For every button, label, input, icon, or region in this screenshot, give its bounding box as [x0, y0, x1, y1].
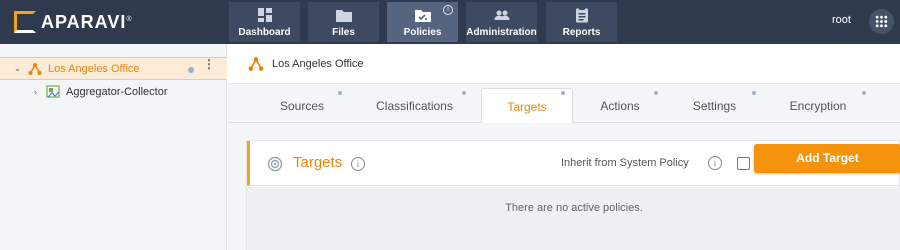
chevron-right-icon[interactable]: › [31, 87, 40, 97]
inherit-info-icon[interactable]: i [708, 156, 722, 170]
clipboard-icon [575, 7, 588, 23]
status-dot [188, 67, 194, 73]
nav-tab-label: Policies [403, 27, 442, 38]
nav-tab-label: Files [332, 27, 355, 38]
targets-list: There are no active policies. [247, 187, 900, 250]
target-icon [267, 156, 283, 172]
collector-icon [46, 84, 60, 98]
registered-mark: ® [126, 15, 133, 23]
more-options-icon[interactable]: ⋮ [203, 58, 215, 76]
dashboard-icon [257, 8, 272, 22]
targets-title: Targets [293, 154, 343, 171]
targets-card: Targets i Inherit from System Policy i A… [246, 140, 900, 250]
nav-tab-files[interactable]: Files [308, 2, 379, 42]
targets-info-icon[interactable]: i [351, 157, 365, 171]
tab-status-dot [462, 91, 466, 95]
tab-classifications[interactable]: Classifications [366, 88, 463, 123]
tab-actions[interactable]: Actions [585, 88, 655, 123]
tab-label: Sources [279, 99, 325, 113]
folder-icon [335, 10, 352, 22]
tab-encryption[interactable]: Encryption [778, 88, 858, 123]
nav-tab-policies[interactable]: Policies i [387, 2, 458, 42]
tab-status-dot [862, 91, 866, 95]
user-menu[interactable]: root [832, 14, 851, 26]
tree-item-label: Aggregator-Collector [66, 85, 168, 98]
nav-tab-label: Administration [466, 27, 537, 38]
tab-status-dot [338, 91, 342, 95]
inherit-checkbox[interactable] [737, 157, 750, 170]
tab-status-dot [654, 91, 658, 95]
nav-tab-dashboard[interactable]: Dashboard [229, 2, 300, 42]
logo-mark-icon [14, 11, 36, 33]
tree-item-aggregator-collector[interactable]: › Aggregator-Collector [0, 80, 227, 103]
brand-name: APARAVI [41, 11, 127, 32]
page-title: Los Angeles Office [272, 57, 364, 70]
tree-item-label: Los Angeles Office [48, 62, 140, 75]
sidebar-tree: ⌄ Los Angeles Office ⋮ › Aggregator-Coll… [0, 44, 227, 250]
policy-tabs: Sources Classifications Targets Actions … [228, 84, 900, 124]
policies-info-icon[interactable]: i [443, 5, 453, 15]
tab-status-dot [752, 91, 756, 95]
nav-tab-administration[interactable]: Administration [466, 2, 537, 42]
tab-sources[interactable]: Sources [266, 88, 338, 123]
tree-item-los-angeles-office[interactable]: ⌄ Los Angeles Office ⋮ [0, 57, 227, 80]
tab-content: Targets i Inherit from System Policy i A… [228, 123, 900, 250]
node-network-icon [28, 62, 42, 75]
chevron-down-icon[interactable]: ⌄ [13, 63, 22, 74]
add-target-button[interactable]: Add Target [754, 144, 900, 173]
top-navigation-bar: APARAVI® Dashboard Files Policies i Admi… [0, 0, 900, 44]
policies-folder-icon [414, 10, 431, 22]
tab-label: Classifications [376, 99, 453, 113]
inherit-label: Inherit from System Policy [561, 157, 689, 169]
tab-settings[interactable]: Settings [678, 88, 751, 123]
grid-icon [875, 15, 888, 28]
tab-label: Encryption [789, 99, 847, 113]
apps-grid-button[interactable] [869, 9, 894, 34]
nav-tab-reports[interactable]: Reports [546, 2, 617, 42]
targets-card-header: Targets i Inherit from System Policy i A… [247, 141, 900, 186]
users-icon [494, 10, 509, 20]
tab-targets[interactable]: Targets [481, 88, 573, 124]
tab-status-dot [561, 91, 565, 95]
nav-tab-label: Dashboard [238, 27, 291, 38]
tab-label: Settings [692, 99, 737, 113]
main-panel: Los Angeles Office Sources Classificatio… [228, 44, 900, 250]
nav-tab-label: Reports [562, 27, 601, 38]
empty-state-message: There are no active policies. [505, 202, 643, 214]
tab-label: Actions [600, 99, 640, 113]
aparavi-logo[interactable]: APARAVI® [14, 9, 133, 35]
page-header: Los Angeles Office [228, 44, 900, 84]
node-network-icon [248, 56, 264, 71]
tab-label: Targets [507, 100, 547, 114]
